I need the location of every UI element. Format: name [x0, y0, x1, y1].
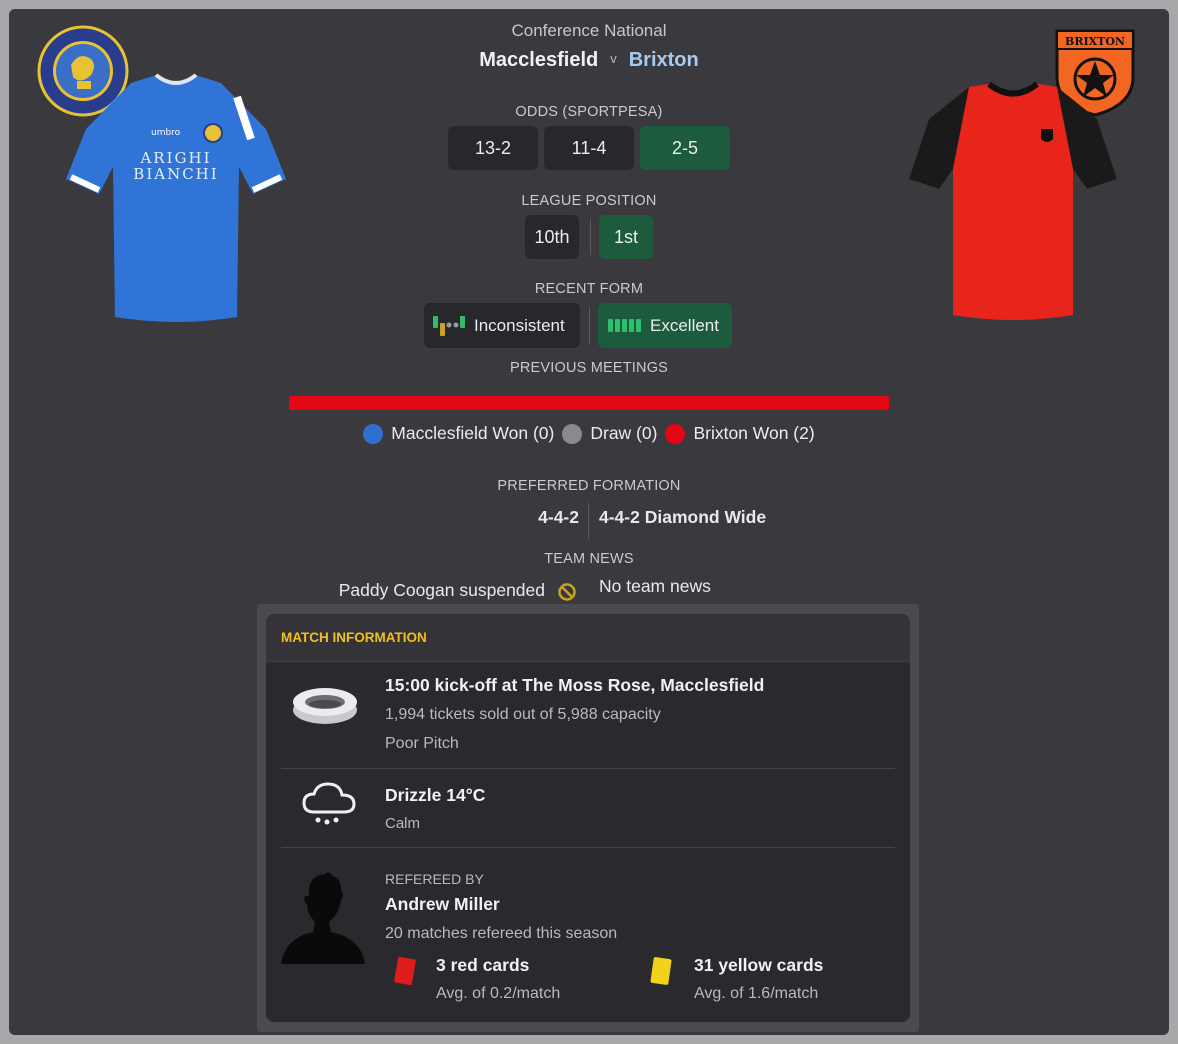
yellow-card-icon [650, 957, 672, 985]
pitch-condition-text: Poor Pitch [385, 735, 459, 752]
away-league-position[interactable]: 1st [599, 215, 653, 259]
divider [590, 219, 591, 255]
home-odds[interactable]: 13-2 [448, 126, 538, 170]
fixture-title: Macclesfield v Brixton [9, 49, 1169, 72]
yellow-cards-average: Avg. of 1.6/match [694, 985, 819, 1002]
legend-away-won: Brixton Won (2) [665, 423, 815, 444]
venue-text[interactable]: 15:00 kick-off at The Moss Rose, Maccles… [385, 675, 764, 696]
away-form-box[interactable]: Excellent [598, 303, 732, 348]
referee-name[interactable]: Andrew Miller [385, 894, 500, 915]
referee-matches-text: 20 matches refereed this season [385, 925, 618, 942]
red-card-icon [394, 956, 416, 986]
away-formation[interactable]: 4-4-2 Diamond Wide [599, 507, 899, 528]
match-information-title: MATCH INFORMATION [266, 614, 910, 662]
form-graph-icon [433, 315, 465, 336]
home-league-position[interactable]: 10th [525, 215, 579, 259]
recent-form-label: RECENT FORM [534, 281, 644, 297]
away-won-text: Brixton Won (2) [693, 423, 815, 443]
form-graph-icon [608, 318, 641, 332]
home-team-news[interactable]: Paddy Coogan suspended [259, 580, 545, 601]
league-position-label: LEAGUE POSITION [521, 193, 657, 209]
away-form-text: Excellent [650, 315, 719, 335]
draw-color-dot [562, 423, 583, 444]
competition-name[interactable]: Conference National [9, 21, 1169, 41]
referee-avatar[interactable] [281, 872, 365, 964]
home-color-dot [363, 423, 384, 444]
home-kit-sponsor: ARIGHI BIANCHI [121, 150, 231, 182]
red-cards-count: 3 red cards [436, 955, 530, 975]
away-odds[interactable]: 2-5 [640, 126, 730, 170]
divider [588, 503, 589, 539]
yellow-cards-count: 31 yellow cards [694, 955, 824, 975]
tickets-text: 1,994 tickets sold out of 5,988 capacity [385, 706, 661, 723]
legend-draw: Draw (0) [562, 423, 657, 444]
drizzle-weather-icon [302, 782, 356, 825]
home-team-name[interactable]: Macclesfield [479, 49, 598, 71]
draw-text: Draw (0) [590, 423, 658, 443]
weather-text: Drizzle 14°C [385, 785, 486, 805]
referee-label: REFEREED BY [385, 871, 484, 887]
wind-text: Calm [385, 815, 421, 832]
suspended-icon [558, 583, 576, 601]
match-information-panel: MATCH INFORMATION 15:00 kick-off at The … [257, 604, 919, 1032]
draw-odds[interactable]: 11-4 [544, 126, 634, 170]
versus-label: v [610, 51, 617, 66]
preferred-formation-label: PREFERRED FORMATION [497, 478, 681, 494]
odds-label: ODDS (SPORTPESA) [515, 104, 663, 120]
home-form-text: Inconsistent [474, 315, 565, 335]
row-divider [281, 768, 895, 769]
stadium-icon [293, 688, 357, 724]
match-information-card: MATCH INFORMATION 15:00 kick-off at The … [266, 614, 910, 1022]
sponsor-line-1: ARIGHI [140, 149, 212, 167]
home-won-text: Macclesfield Won (0) [391, 423, 555, 443]
divider [589, 307, 590, 345]
meetings-legend: Macclesfield Won (0) Draw (0) Brixton Wo… [9, 423, 1169, 444]
home-formation[interactable]: 4-4-2 [389, 507, 579, 528]
away-team-news[interactable]: No team news [599, 576, 899, 597]
svg-text:umbro: umbro [151, 128, 181, 138]
home-form-box[interactable]: Inconsistent [424, 303, 580, 348]
sponsor-line-2: BIANCHI [133, 165, 219, 183]
row-divider [281, 847, 895, 848]
previous-meetings-label: PREVIOUS MEETINGS [509, 360, 669, 376]
legend-home-won: Macclesfield Won (0) [363, 423, 554, 444]
team-news-label: TEAM NEWS [544, 551, 634, 567]
away-color-dot [665, 423, 686, 444]
red-cards-average: Avg. of 0.2/match [436, 985, 561, 1002]
away-team-name[interactable]: Brixton [629, 49, 699, 71]
meetings-result-bar [289, 396, 889, 410]
match-preview-panel: umbro ARIGHI BIANCHI BRIXTON Conference … [9, 9, 1169, 1035]
